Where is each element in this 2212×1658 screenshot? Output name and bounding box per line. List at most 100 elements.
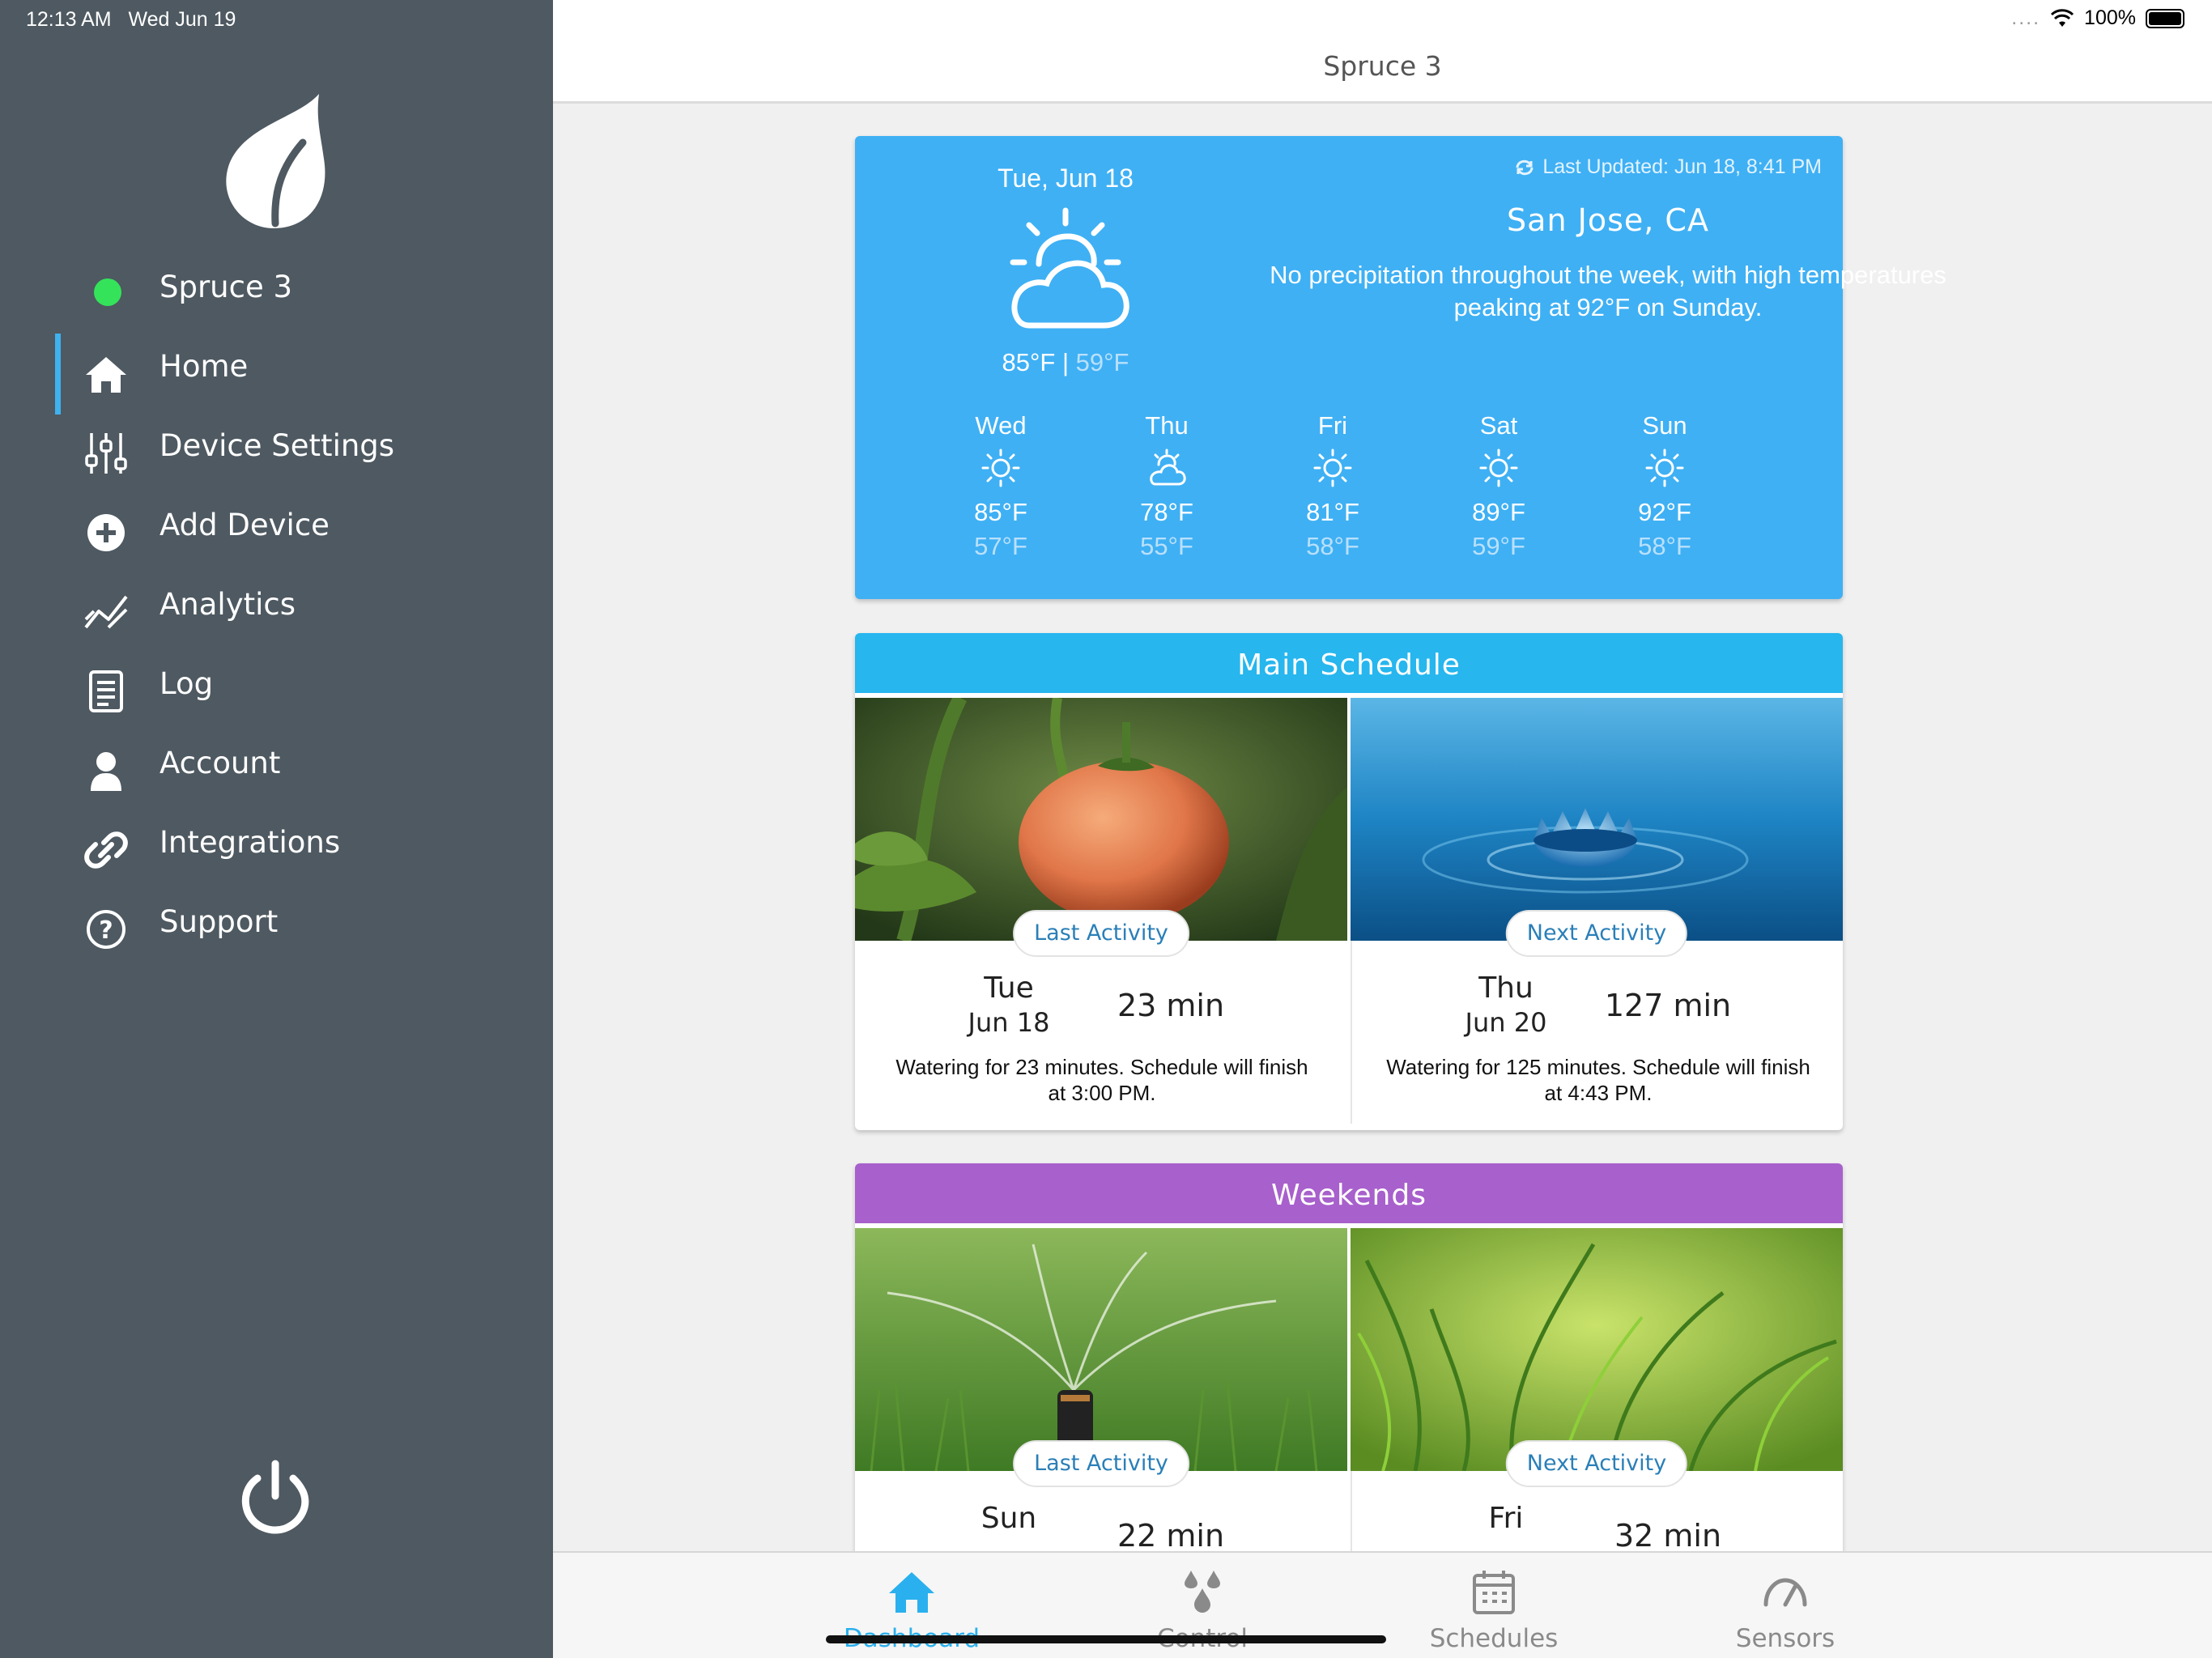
forecast-day: Sun 92°F 58°F [1600, 411, 1729, 561]
activity-note: Watering for 125 minutes. Schedule will … [1386, 1055, 1810, 1105]
activity-duration: 22 min [1117, 1518, 1225, 1554]
activity-date: Jun 18 [968, 1007, 1050, 1038]
sun-icon [981, 449, 1020, 487]
today-temperatures: 85°F | 59°F [855, 348, 1276, 377]
schedule-details: Tue Jun 18 23 min Watering for 23 minute… [855, 941, 1843, 1124]
grass-image [1351, 1228, 1843, 1471]
sun-icon [1645, 449, 1684, 487]
sidebar-item-integrations[interactable]: Integrations [0, 811, 553, 882]
sidebar-item-analytics[interactable]: Analytics [0, 573, 553, 644]
battery-percent: 100% [2084, 6, 2136, 29]
weather-card[interactable]: Tue, Jun 18 85°F | 59°F Last Updated: Ju… [855, 136, 1946, 599]
activity-day: Fri [1488, 1502, 1524, 1535]
sidebar-item-home[interactable]: Home [0, 334, 553, 414]
schedule-images: Last Activity Next Activity [855, 698, 1843, 957]
forecast-high: 81°F [1306, 498, 1359, 526]
status-time: 12:13 AM Wed Jun 19 [26, 8, 236, 32]
next-activity-details: Thu Jun 20 127 min Watering for 125 minu… [1351, 941, 1843, 1124]
sidebar-item-label: Account [160, 746, 281, 780]
activity-day: Tue [984, 971, 1034, 1005]
sidebar-item-label: Support [160, 904, 279, 939]
sidebar-device-selector[interactable]: Spruce 3 [0, 256, 553, 327]
sidebar-item-add-device[interactable]: Add Device [0, 494, 553, 565]
temp-separator: | [1061, 348, 1070, 376]
refresh-icon [1516, 159, 1534, 175]
link-icon [84, 831, 128, 869]
device-status-dot [94, 278, 121, 306]
partly-cloudy-icon [1010, 207, 1129, 329]
sidebar: 12:13 AM Wed Jun 19 Spruce 3 Home Device… [0, 0, 553, 1658]
wifi-icon [2050, 8, 2074, 27]
chart-line-icon [84, 595, 128, 629]
activity-duration: 127 min [1604, 988, 1732, 1023]
forecast-low: 58°F [1306, 532, 1359, 560]
water-drop-image [1351, 698, 1843, 941]
last-updated-text: Last Updated: Jun 18, 8:41 PM [1542, 155, 1822, 178]
sidebar-item-account[interactable]: Account [0, 732, 553, 803]
sliders-icon [85, 433, 127, 474]
activity-note: Watering for 23 minutes. Schedule will f… [895, 1055, 1308, 1105]
active-indicator [55, 334, 61, 414]
last-activity-badge: Last Activity [1013, 1440, 1189, 1487]
status-indicators: .... 100% [2011, 6, 2184, 30]
last-activity-details: Tue Jun 18 23 min Watering for 23 minute… [855, 941, 1349, 1124]
schedule-card[interactable]: Weekends Last Activity Next Activity Sun… [855, 1163, 1843, 1568]
calendar-icon [1473, 1571, 1515, 1614]
weather-description: No precipitation throughout the week, wi… [1270, 261, 1946, 321]
tab-schedules[interactable]: Schedules [1372, 1553, 1615, 1658]
forecast-high: 89°F [1472, 498, 1525, 526]
sidebar-item-support[interactable]: ? Support [0, 891, 553, 962]
sun-icon [1479, 449, 1518, 487]
forecast-low: 59°F [1472, 532, 1525, 560]
home-indicator[interactable] [826, 1635, 1386, 1643]
question-circle-icon: ? [87, 910, 125, 949]
sidebar-item-label: Add Device [160, 508, 330, 542]
weather-city: San Jose, CA [1507, 202, 1709, 238]
last-activity-badge: Last Activity [1013, 910, 1189, 957]
last-updated[interactable]: Last Updated: Jun 18, 8:41 PM [1515, 155, 1822, 179]
gauge-icon [1763, 1578, 1807, 1607]
home-icon [889, 1572, 934, 1613]
tab-label: Sensors [1735, 1624, 1836, 1653]
sidebar-item-label: Integrations [160, 825, 341, 860]
sidebar-item-label: Analytics [160, 587, 296, 622]
water-drops-icon [1185, 1571, 1220, 1613]
sidebar-item-label: Log [160, 666, 214, 701]
activity-duration: 23 min [1117, 988, 1225, 1023]
next-activity-badge: Next Activity [1505, 1440, 1688, 1487]
next-activity-badge: Next Activity [1505, 910, 1688, 957]
battery-icon [2146, 8, 2184, 28]
power-icon[interactable] [238, 1457, 313, 1538]
tab-sensors[interactable]: Sensors [1664, 1553, 1907, 1658]
weather-date: Tue, Jun 18 [998, 164, 1134, 193]
signal-dots-icon: .... [2011, 6, 2041, 29]
forecast-day-name: Fri [1317, 411, 1348, 440]
forecast-day-name: Sun [1642, 411, 1687, 440]
top-navigation-bar: Spruce 3 .... 100% [553, 0, 2212, 104]
activity-date: Jun 20 [1465, 1007, 1547, 1038]
user-icon [91, 752, 121, 791]
forecast-day-name: Sat [1479, 411, 1518, 440]
forecast-day-name: Wed [975, 411, 1027, 440]
sidebar-item-device-settings[interactable]: Device Settings [0, 414, 553, 486]
page-title: Spruce 3 [1323, 50, 1442, 82]
sidebar-item-label: Home [160, 349, 249, 384]
tab-label: Schedules [1429, 1624, 1559, 1653]
schedule-title: Weekends [855, 1163, 1843, 1228]
forecast-high: 78°F [1140, 498, 1193, 526]
schedule-images: Last Activity Next Activity [855, 1228, 1843, 1487]
forecast-day: Wed 85°F 57°F [936, 411, 1066, 561]
document-icon [89, 670, 123, 712]
forecast-high: 85°F [974, 498, 1027, 526]
tomato-plant-image [855, 698, 1347, 941]
today-high: 85°F [1002, 348, 1056, 376]
forecast-day-name: Thu [1145, 411, 1189, 440]
schedule-card[interactable]: Main Schedule Last Activity Next Activit… [855, 633, 1843, 1130]
today-low: 59°F [1075, 348, 1129, 376]
forecast-day: Sat 89°F 59°F [1434, 411, 1563, 561]
schedule-title: Main Schedule [855, 633, 1843, 698]
svg-text:?: ? [99, 916, 113, 945]
sidebar-item-log[interactable]: Log [0, 653, 553, 724]
activity-day: Sun [981, 1502, 1037, 1535]
device-name: Spruce 3 [160, 270, 293, 304]
